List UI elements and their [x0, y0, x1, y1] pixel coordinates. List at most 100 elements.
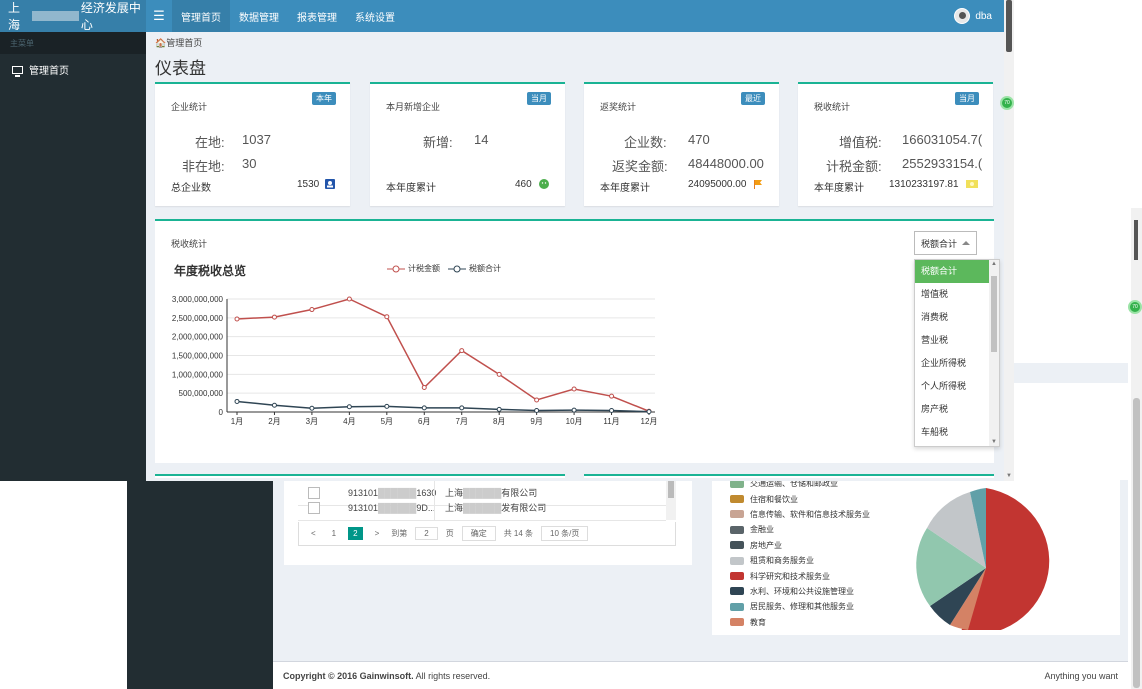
data-point[interactable]	[459, 405, 465, 411]
total-value: 460	[515, 179, 532, 190]
breadcrumb[interactable]: 🏠管理首页	[155, 36, 202, 49]
dropdown-option[interactable]: 增值税	[915, 283, 990, 306]
dropdown-option[interactable]: 房产税	[915, 398, 990, 421]
dropdown-option[interactable]: 车船税	[915, 421, 990, 444]
bg-right-panel	[1014, 208, 1128, 363]
dropdown-option[interactable]: 个人所得税	[915, 375, 990, 398]
card-new-enterprise: 本月新增企业 当月 新增: 14 本年度累计 460	[370, 82, 565, 206]
x-tick-label: 2月	[268, 417, 280, 426]
legend-swatch	[730, 495, 744, 504]
data-point[interactable]	[384, 403, 390, 409]
data-point[interactable]	[271, 314, 277, 320]
stat-row: 企业数: 470	[624, 132, 710, 150]
app-logo[interactable]: 上海 经济发展中心	[0, 0, 146, 32]
stat-row: 增值税: 166031054.7(	[839, 132, 983, 150]
avatar	[954, 8, 971, 24]
legend-item[interactable]: 税额合计	[448, 263, 501, 274]
page-2-button[interactable]: 2	[348, 527, 363, 540]
menu-toggle-icon[interactable]: ☰	[146, 0, 172, 32]
page-size-select[interactable]: 10 条/页	[541, 526, 589, 541]
user-menu[interactable]: dba	[954, 8, 1004, 24]
nav-item-home[interactable]: 管理首页	[172, 0, 230, 32]
dropdown-option[interactable]: 消费税	[915, 306, 990, 329]
x-tick-label: 7月	[456, 417, 468, 426]
table-scrollbar[interactable]	[666, 480, 676, 520]
table-row[interactable]: 913101██████9D... 上海 ██████ 发有限公司	[298, 495, 666, 521]
dropdown-option[interactable]: 营业税	[915, 329, 990, 352]
card-title: 税收统计	[814, 102, 851, 112]
data-point[interactable]	[346, 404, 352, 410]
stat-row: 在地: 1037	[195, 132, 271, 150]
total-label: 本年度累计	[600, 183, 650, 194]
data-point[interactable]	[609, 407, 615, 413]
data-point[interactable]	[271, 402, 277, 408]
data-point[interactable]	[534, 397, 540, 403]
main-nav: 管理首页 数据管理 报表管理 系统设置	[172, 0, 404, 32]
floating-widget-icon[interactable]: 70	[1128, 300, 1142, 314]
nav-item-report[interactable]: 报表管理	[288, 0, 346, 32]
tax-type-select[interactable]: 税额合计	[914, 231, 977, 255]
dropdown-option[interactable]: 税额合计	[915, 260, 990, 283]
goto-page-input[interactable]: 2	[415, 527, 438, 540]
data-point[interactable]	[234, 316, 240, 322]
data-point[interactable]	[421, 405, 427, 411]
x-tick-label: 1月	[231, 417, 243, 426]
dropdown-option[interactable]: 企业所得税	[915, 352, 990, 375]
legend-swatch	[730, 525, 744, 534]
data-point[interactable]	[534, 407, 540, 413]
username: dba	[975, 10, 992, 22]
data-point[interactable]	[421, 385, 427, 391]
y-tick-label: 500,000,000	[179, 389, 224, 398]
data-point[interactable]	[459, 348, 465, 354]
nav-item-data[interactable]: 数据管理	[230, 0, 288, 32]
period-badge: 当月	[955, 92, 979, 105]
sidebar-item-home[interactable]: 管理首页	[0, 54, 146, 85]
data-point[interactable]	[234, 398, 240, 404]
legend-item[interactable]: 计税金额	[387, 263, 440, 274]
industry-pie-chart	[916, 488, 1050, 630]
monitor-icon	[12, 65, 23, 77]
data-point[interactable]	[309, 405, 315, 411]
dropdown-scrollbar[interactable]: ▲ ▼	[989, 260, 999, 446]
sidebar: 主菜单 管理首页	[0, 32, 146, 481]
legend-swatch	[730, 541, 744, 550]
stat-row: 计税金额: 2552933154.(	[826, 156, 983, 174]
lower-panel-edge	[155, 474, 565, 478]
bg-scrollbar[interactable]	[1131, 208, 1142, 689]
total-label: 总企业数	[171, 183, 211, 194]
smile-icon	[539, 179, 549, 189]
goto-confirm-button[interactable]: 确定	[461, 526, 496, 541]
series-line	[236, 400, 650, 413]
card-award-stats: 返奖统计 最近 企业数: 470 返奖金额: 48448000.00 本年度累计 2…	[584, 82, 779, 206]
data-point[interactable]	[496, 371, 502, 377]
card-title: 企业统计	[171, 102, 208, 112]
x-tick-label: 9月	[530, 417, 542, 426]
x-tick-label: 11月	[603, 417, 619, 426]
floating-widget-icon[interactable]: 70	[1000, 96, 1014, 110]
period-badge: 本年	[312, 92, 336, 105]
data-point[interactable]	[571, 407, 577, 413]
tax-panel: 税收统计 年度税收总览 计税金额 税额合计 0 500,000,000 1,000,…	[155, 219, 1000, 463]
data-point[interactable]	[309, 307, 315, 313]
data-point[interactable]	[496, 406, 502, 412]
top-navbar: 上海 经济发展中心 ☰ 管理首页 数据管理 报表管理 系统设置 dba	[0, 0, 1004, 32]
stat-row: 返奖金额: 48448000.00	[612, 156, 764, 174]
legend-label: 居民服务、修理和其他服务业	[750, 602, 854, 612]
data-point[interactable]	[609, 393, 615, 399]
page-1-button[interactable]: 1	[328, 528, 340, 539]
data-point[interactable]	[571, 386, 577, 392]
row-checkbox[interactable]	[308, 501, 320, 514]
x-tick-label: 8月	[493, 417, 505, 426]
chart-legend: 计税金额 税额合计	[387, 263, 501, 274]
total-value: 1530	[297, 179, 320, 190]
data-point[interactable]	[346, 296, 352, 302]
prev-page-button[interactable]: <	[307, 528, 320, 539]
tax-line-chart: 0 500,000,000 1,000,000,000 1,500,000,000 2,…	[172, 295, 658, 426]
y-tick-label: 1,000,000,000	[172, 370, 224, 379]
window-scrollbar[interactable]: ▼	[1004, 0, 1014, 481]
nav-item-settings[interactable]: 系统设置	[346, 0, 404, 32]
total-count: 共 14 条	[503, 529, 534, 538]
next-page-button[interactable]: >	[371, 528, 384, 539]
data-point[interactable]	[646, 409, 652, 415]
data-point[interactable]	[384, 314, 390, 320]
